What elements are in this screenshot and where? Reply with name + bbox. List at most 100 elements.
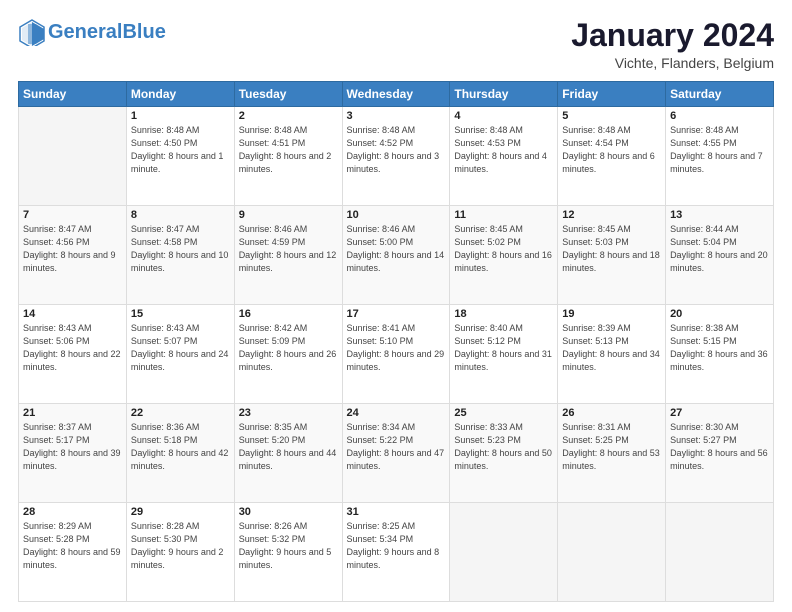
calendar-day-header: Saturday bbox=[666, 82, 774, 107]
day-number: 17 bbox=[347, 308, 446, 320]
calendar-cell: 20 Sunrise: 8:38 AMSunset: 5:15 PMDayligh… bbox=[666, 305, 774, 404]
day-number: 31 bbox=[347, 506, 446, 518]
calendar-cell bbox=[558, 503, 666, 602]
day-number: 5 bbox=[562, 110, 661, 122]
day-number: 13 bbox=[670, 209, 769, 221]
day-info: Sunrise: 8:34 AMSunset: 5:22 PMDaylight:… bbox=[347, 421, 446, 473]
logo-line1: General bbox=[48, 21, 122, 43]
calendar-day-header: Monday bbox=[126, 82, 234, 107]
day-number: 28 bbox=[23, 506, 122, 518]
calendar-day-header: Wednesday bbox=[342, 82, 450, 107]
day-number: 4 bbox=[454, 110, 553, 122]
calendar-cell: 13 Sunrise: 8:44 AMSunset: 5:04 PMDayligh… bbox=[666, 206, 774, 305]
day-info: Sunrise: 8:47 AMSunset: 4:58 PMDaylight:… bbox=[131, 223, 230, 275]
day-info: Sunrise: 8:48 AMSunset: 4:50 PMDaylight:… bbox=[131, 124, 230, 176]
day-info: Sunrise: 8:41 AMSunset: 5:10 PMDaylight:… bbox=[347, 322, 446, 374]
day-info: Sunrise: 8:38 AMSunset: 5:15 PMDaylight:… bbox=[670, 322, 769, 374]
calendar-day-header: Thursday bbox=[450, 82, 558, 107]
day-number: 27 bbox=[670, 407, 769, 419]
month-year: January 2024 bbox=[571, 18, 774, 53]
location: Vichte, Flanders, Belgium bbox=[571, 55, 774, 71]
day-number: 1 bbox=[131, 110, 230, 122]
day-info: Sunrise: 8:25 AMSunset: 5:34 PMDaylight:… bbox=[347, 520, 446, 572]
day-info: Sunrise: 8:48 AMSunset: 4:55 PMDaylight:… bbox=[670, 124, 769, 176]
calendar-cell: 6 Sunrise: 8:48 AMSunset: 4:55 PMDaylight… bbox=[666, 107, 774, 206]
day-number: 19 bbox=[562, 308, 661, 320]
calendar-cell bbox=[666, 503, 774, 602]
calendar-cell: 14Sunrise: 8:43 AMSunset: 5:06 PMDayligh… bbox=[19, 305, 127, 404]
day-number: 10 bbox=[347, 209, 446, 221]
calendar-cell: 1 Sunrise: 8:48 AMSunset: 4:50 PMDaylight… bbox=[126, 107, 234, 206]
day-info: Sunrise: 8:48 AMSunset: 4:54 PMDaylight:… bbox=[562, 124, 661, 176]
day-number: 3 bbox=[347, 110, 446, 122]
calendar-cell: 31 Sunrise: 8:25 AMSunset: 5:34 PMDayligh… bbox=[342, 503, 450, 602]
calendar-cell: 8 Sunrise: 8:47 AMSunset: 4:58 PMDaylight… bbox=[126, 206, 234, 305]
calendar-cell: 5 Sunrise: 8:48 AMSunset: 4:54 PMDaylight… bbox=[558, 107, 666, 206]
calendar-week-row: 1 Sunrise: 8:48 AMSunset: 4:50 PMDaylight… bbox=[19, 107, 774, 206]
calendar-table: SundayMondayTuesdayWednesdayThursdayFrid… bbox=[18, 81, 774, 602]
day-number: 8 bbox=[131, 209, 230, 221]
calendar-cell: 27 Sunrise: 8:30 AMSunset: 5:27 PMDayligh… bbox=[666, 404, 774, 503]
calendar-cell: 2Sunrise: 8:48 AMSunset: 4:51 PMDaylight… bbox=[234, 107, 342, 206]
calendar-cell: 10 Sunrise: 8:46 AMSunset: 5:00 PMDayligh… bbox=[342, 206, 450, 305]
day-number: 22 bbox=[131, 407, 230, 419]
calendar-cell: 25Sunrise: 8:33 AMSunset: 5:23 PMDayligh… bbox=[450, 404, 558, 503]
calendar-cell: 3Sunrise: 8:48 AMSunset: 4:52 PMDaylight… bbox=[342, 107, 450, 206]
calendar-cell: 19 Sunrise: 8:39 AMSunset: 5:13 PMDayligh… bbox=[558, 305, 666, 404]
page: GeneralBlue January 2024 Vichte, Flander… bbox=[0, 0, 792, 612]
day-number: 29 bbox=[131, 506, 230, 518]
day-number: 14 bbox=[23, 308, 122, 320]
day-number: 6 bbox=[670, 110, 769, 122]
calendar-cell: 28 Sunrise: 8:29 AMSunset: 5:28 PMDayligh… bbox=[19, 503, 127, 602]
day-info: Sunrise: 8:44 AMSunset: 5:04 PMDaylight:… bbox=[670, 223, 769, 275]
day-number: 7 bbox=[23, 209, 122, 221]
day-info: Sunrise: 8:31 AMSunset: 5:25 PMDaylight:… bbox=[562, 421, 661, 473]
calendar-day-header: Friday bbox=[558, 82, 666, 107]
day-number: 16 bbox=[239, 308, 338, 320]
day-info: Sunrise: 8:39 AMSunset: 5:13 PMDaylight:… bbox=[562, 322, 661, 374]
day-number: 24 bbox=[347, 407, 446, 419]
calendar-week-row: 28 Sunrise: 8:29 AMSunset: 5:28 PMDayligh… bbox=[19, 503, 774, 602]
title-area: January 2024 Vichte, Flanders, Belgium bbox=[571, 18, 774, 71]
calendar-cell: 23Sunrise: 8:35 AMSunset: 5:20 PMDayligh… bbox=[234, 404, 342, 503]
logo-text: GeneralBlue bbox=[48, 21, 166, 43]
calendar-cell: 16 Sunrise: 8:42 AMSunset: 5:09 PMDayligh… bbox=[234, 305, 342, 404]
calendar-cell: 4Sunrise: 8:48 AMSunset: 4:53 PMDaylight… bbox=[450, 107, 558, 206]
day-info: Sunrise: 8:46 AMSunset: 5:00 PMDaylight:… bbox=[347, 223, 446, 275]
day-number: 20 bbox=[670, 308, 769, 320]
calendar-cell: 15 Sunrise: 8:43 AMSunset: 5:07 PMDayligh… bbox=[126, 305, 234, 404]
day-info: Sunrise: 8:29 AMSunset: 5:28 PMDaylight:… bbox=[23, 520, 122, 572]
day-number: 12 bbox=[562, 209, 661, 221]
calendar-cell: 24 Sunrise: 8:34 AMSunset: 5:22 PMDayligh… bbox=[342, 404, 450, 503]
day-info: Sunrise: 8:45 AMSunset: 5:03 PMDaylight:… bbox=[562, 223, 661, 275]
logo-icon bbox=[18, 18, 46, 46]
day-number: 21 bbox=[23, 407, 122, 419]
calendar-week-row: 21Sunrise: 8:37 AMSunset: 5:17 PMDayligh… bbox=[19, 404, 774, 503]
day-info: Sunrise: 8:42 AMSunset: 5:09 PMDaylight:… bbox=[239, 322, 338, 374]
day-info: Sunrise: 8:43 AMSunset: 5:07 PMDaylight:… bbox=[131, 322, 230, 374]
calendar-cell: 12 Sunrise: 8:45 AMSunset: 5:03 PMDayligh… bbox=[558, 206, 666, 305]
day-number: 18 bbox=[454, 308, 553, 320]
day-number: 25 bbox=[454, 407, 553, 419]
day-info: Sunrise: 8:30 AMSunset: 5:27 PMDaylight:… bbox=[670, 421, 769, 473]
calendar-cell: 29Sunrise: 8:28 AMSunset: 5:30 PMDayligh… bbox=[126, 503, 234, 602]
calendar-week-row: 7Sunrise: 8:47 AMSunset: 4:56 PMDaylight… bbox=[19, 206, 774, 305]
calendar-header-row: SundayMondayTuesdayWednesdayThursdayFrid… bbox=[19, 82, 774, 107]
day-number: 26 bbox=[562, 407, 661, 419]
calendar-cell: 11Sunrise: 8:45 AMSunset: 5:02 PMDayligh… bbox=[450, 206, 558, 305]
day-number: 15 bbox=[131, 308, 230, 320]
day-info: Sunrise: 8:48 AMSunset: 4:51 PMDaylight:… bbox=[239, 124, 338, 176]
calendar-cell: 21Sunrise: 8:37 AMSunset: 5:17 PMDayligh… bbox=[19, 404, 127, 503]
calendar-day-header: Tuesday bbox=[234, 82, 342, 107]
day-number: 23 bbox=[239, 407, 338, 419]
day-info: Sunrise: 8:46 AMSunset: 4:59 PMDaylight:… bbox=[239, 223, 338, 275]
logo-line2: Blue bbox=[122, 21, 165, 43]
header: GeneralBlue January 2024 Vichte, Flander… bbox=[18, 18, 774, 71]
calendar-cell bbox=[450, 503, 558, 602]
calendar-cell: 30Sunrise: 8:26 AMSunset: 5:32 PMDayligh… bbox=[234, 503, 342, 602]
day-number: 9 bbox=[239, 209, 338, 221]
day-info: Sunrise: 8:40 AMSunset: 5:12 PMDaylight:… bbox=[454, 322, 553, 374]
calendar-cell: 26 Sunrise: 8:31 AMSunset: 5:25 PMDayligh… bbox=[558, 404, 666, 503]
calendar-week-row: 14Sunrise: 8:43 AMSunset: 5:06 PMDayligh… bbox=[19, 305, 774, 404]
calendar-cell: 17 Sunrise: 8:41 AMSunset: 5:10 PMDayligh… bbox=[342, 305, 450, 404]
